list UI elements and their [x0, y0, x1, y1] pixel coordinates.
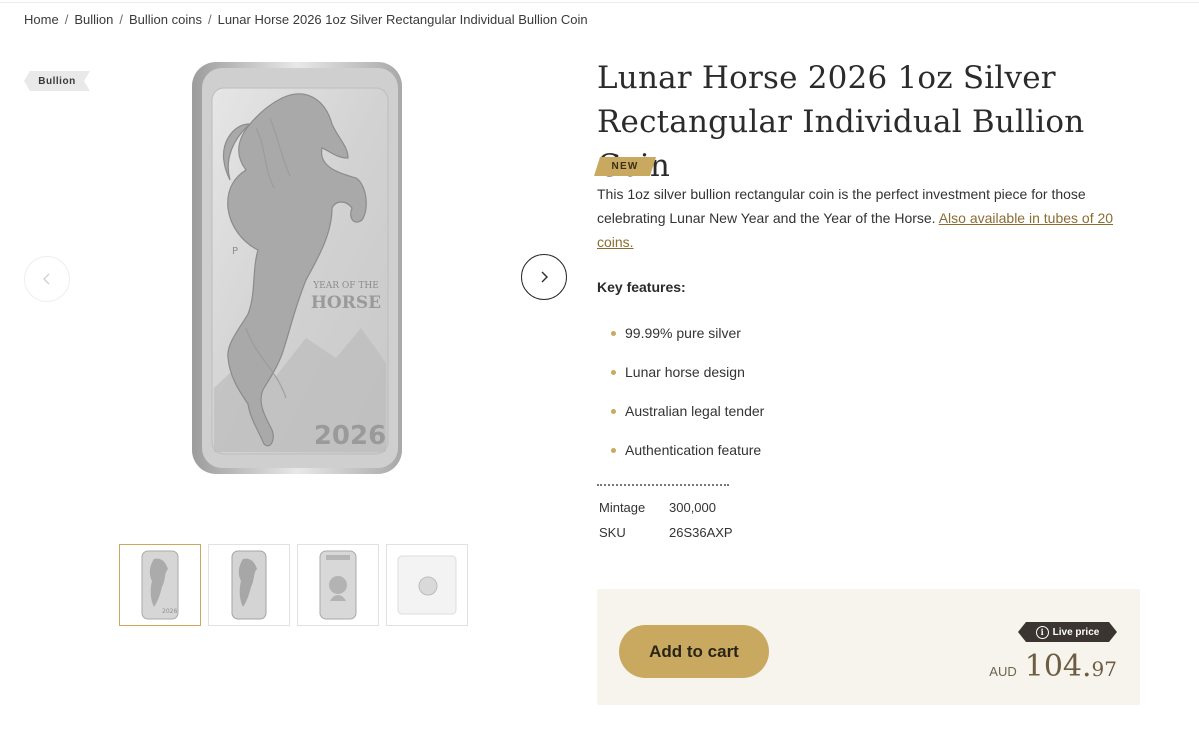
product-description: This 1oz silver bullion rectangular coin… [597, 182, 1132, 254]
feature-item: Lunar horse design [611, 359, 764, 398]
next-image-button[interactable] [521, 254, 567, 300]
coin-reverse-angle-icon [231, 550, 267, 620]
key-features-heading: Key features: [597, 279, 686, 295]
svg-text:2026: 2026 [162, 608, 177, 615]
price: AUD 104. 97 [989, 649, 1117, 684]
spec-row: SKU 26S36AXP [599, 520, 733, 545]
breadcrumb: Home / Bullion / Bullion coins / Lunar Horse 2… [24, 12, 588, 27]
price-cents: 97 [1091, 657, 1117, 681]
feature-item: Authentication feature [611, 437, 764, 476]
breadcrumb-current: Lunar Horse 2026 1oz Silver Rectangular … [217, 12, 588, 27]
thumbnail-2[interactable] [208, 544, 290, 626]
price-currency: AUD [989, 664, 1017, 679]
live-price-tag[interactable]: i Live price [1018, 622, 1117, 642]
feature-item: 99.99% pure silver [611, 320, 764, 359]
product-title: Lunar Horse 2026 1oz Silver Rectangular … [597, 60, 1085, 184]
add-to-cart-button[interactable]: Add to cart [619, 625, 769, 678]
new-badge: NEW [594, 157, 656, 176]
spec-value: 26S36AXP [669, 525, 733, 540]
breadcrumb-separator: / [207, 12, 212, 27]
product-main-image[interactable]: YEAR OF THE HORSE P 2026 [186, 58, 406, 478]
info-icon: i [1036, 626, 1049, 639]
coin-reverse-front-icon: 2026 [141, 550, 179, 620]
live-price-label: Live price [1052, 626, 1100, 638]
coin-year: 2026 [314, 421, 386, 451]
specs-table: Mintage 300,000 SKU 26S36AXP [599, 495, 733, 545]
coin-inscription-line2: HORSE [311, 293, 381, 313]
specs-divider [597, 484, 729, 486]
spec-row: Mintage 300,000 [599, 495, 733, 520]
breadcrumb-separator: / [64, 12, 69, 27]
chevron-right-icon [541, 271, 548, 283]
thumbnail-4[interactable] [386, 544, 468, 626]
category-tag: Bullion [24, 71, 90, 91]
coin-mint-mark: P [232, 246, 238, 257]
thumbnail-1[interactable]: 2026 [119, 544, 201, 626]
spec-value: 300,000 [669, 500, 716, 515]
breadcrumb-separator: / [119, 12, 123, 27]
coin-obverse-icon [319, 550, 357, 620]
coin-inscription-line1: YEAR OF THE [312, 281, 379, 291]
breadcrumb-home[interactable]: Home [24, 12, 59, 27]
chevron-left-icon [43, 273, 50, 285]
thumbnail-strip: 2026 [119, 544, 468, 626]
features-list: 99.99% pure silver Lunar horse design Au… [611, 320, 764, 476]
top-divider [0, 2, 1199, 3]
thumbnail-3[interactable] [297, 544, 379, 626]
feature-item: Australian legal tender [611, 398, 764, 437]
coin-packaging-icon [397, 555, 457, 615]
previous-image-button[interactable] [24, 256, 70, 302]
purchase-box: Add to cart i Live price AUD 104. 97 [597, 589, 1140, 705]
breadcrumb-bullion-coins[interactable]: Bullion coins [129, 12, 202, 27]
breadcrumb-bullion[interactable]: Bullion [74, 12, 113, 27]
spec-label: Mintage [599, 500, 646, 515]
price-main: 104. [1024, 649, 1092, 684]
spec-label: SKU [599, 525, 626, 540]
